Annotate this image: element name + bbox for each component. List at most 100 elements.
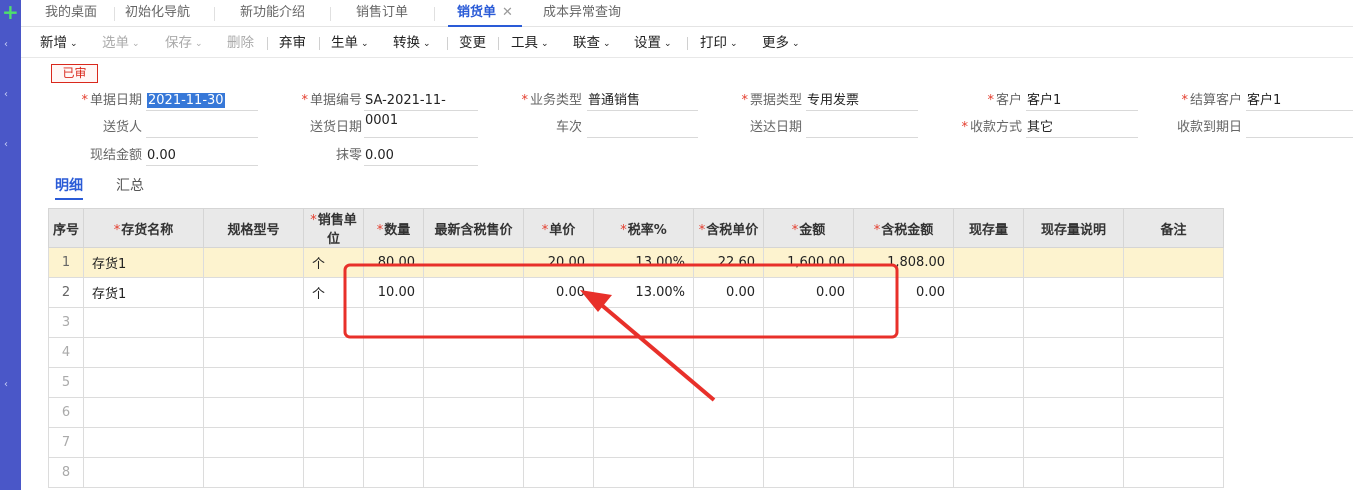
table-row-empty[interactable]: 4 [48, 337, 1224, 368]
col-header-qty[interactable]: *数量 [363, 208, 424, 248]
chevron-down-icon: ⌄ [792, 39, 800, 49]
delivery-person-field[interactable] [146, 118, 258, 138]
link-query-button[interactable]: 联查 ⌄ [573, 28, 611, 58]
cell-tax-rate[interactable]: 13.00% [593, 247, 694, 278]
cell-unit[interactable]: 个 [303, 247, 364, 278]
table-row[interactable]: 1 存货1 个 80.00 20.00 13.00% 22.60 1,600.0… [48, 247, 1224, 278]
cell-tax-price[interactable]: 0.00 [693, 277, 764, 308]
select-bill-button[interactable]: 选单 ⌄ [102, 28, 140, 58]
cell-unit[interactable]: 个 [303, 277, 364, 308]
toolbar-separator [498, 37, 499, 50]
col-header-latest-price[interactable]: 最新含税售价 [423, 208, 524, 248]
table-row-empty[interactable]: 3 [48, 307, 1224, 338]
col-header-unit[interactable]: *销售单位 [303, 208, 364, 248]
biz-type-select[interactable]: 普通销售 [587, 91, 698, 111]
vehicle-field[interactable] [587, 118, 698, 138]
chevron-down-icon: ⌄ [664, 39, 672, 49]
cell-qty[interactable]: 10.00 [363, 277, 424, 308]
toolbar-separator [687, 37, 688, 50]
table-row-empty[interactable]: 7 [48, 427, 1224, 458]
cell-tax-amount[interactable]: 1,808.00 [853, 247, 954, 278]
biz-type-label: * 业务类型 [521, 93, 582, 108]
more-button[interactable]: 更多 ⌄ [762, 28, 800, 58]
discount-field[interactable]: 0.00 [364, 146, 478, 166]
delete-button[interactable]: 删除 [227, 28, 254, 58]
cell-tax-price[interactable]: 22.60 [693, 247, 764, 278]
chevron-left-icon[interactable]: ‹ [4, 380, 8, 390]
cell-amount[interactable]: 1,600.00 [763, 247, 854, 278]
chevron-left-icon[interactable]: ‹ [4, 40, 8, 50]
col-header-stock[interactable]: 现存量 [953, 208, 1024, 248]
abandon-audit-button[interactable]: 弃审 [279, 28, 306, 58]
bill-no-label: * 单据编号 [301, 93, 362, 108]
print-button[interactable]: 打印 ⌄ [700, 28, 738, 58]
generate-bill-button[interactable]: 生单 ⌄ [331, 28, 369, 58]
cell-name[interactable]: 存货1 [83, 247, 204, 278]
chevron-left-icon[interactable]: ‹ [4, 140, 8, 150]
add-button[interactable]: 新增 ⌄ [40, 28, 78, 58]
close-icon[interactable]: ✕ [502, 5, 513, 20]
row-index: 3 [48, 307, 84, 338]
col-header-tax-amount[interactable]: *含税金额 [853, 208, 954, 248]
bill-date-field[interactable]: 2021-11-30 [146, 91, 258, 111]
tab-my-desktop[interactable]: 我的桌面 [45, 0, 97, 27]
tab-sales-delivery[interactable]: 销货单 ✕ [448, 0, 522, 27]
vehicle-label: 车次 [555, 120, 582, 135]
settings-button[interactable]: 设置 ⌄ [634, 28, 672, 58]
delivery-date-field[interactable] [364, 118, 478, 138]
table-row[interactable]: 2 存货1 个 10.00 0.00 13.00% 0.00 0.00 0.00 [48, 277, 1224, 308]
col-header-price[interactable]: *单价 [523, 208, 594, 248]
payment-method-select[interactable]: 其它 [1026, 118, 1138, 138]
tab-cost-anomaly[interactable]: 成本异常查询 [543, 0, 621, 27]
col-header-spec[interactable]: 规格型号 [203, 208, 304, 248]
tab-separator [330, 7, 331, 21]
toolbar-separator [319, 37, 320, 50]
table-row-empty[interactable]: 6 [48, 397, 1224, 428]
plus-icon[interactable]: + [2, 2, 19, 22]
settle-customer-field[interactable]: 客户1 [1246, 91, 1353, 111]
save-button[interactable]: 保存 ⌄ [165, 28, 203, 58]
col-header-tax-rate[interactable]: *税率% [593, 208, 694, 248]
cell-price[interactable]: 0.00 [523, 277, 594, 308]
table-row-empty[interactable]: 8 [48, 457, 1224, 488]
cell-spec[interactable] [203, 247, 304, 278]
col-header-remark[interactable]: 备注 [1123, 208, 1224, 248]
tab-separator [214, 7, 215, 21]
chevron-down-icon: ⌄ [730, 39, 738, 49]
tab-detail[interactable]: 明细 [55, 176, 83, 200]
bill-no-field[interactable]: SA-2021-11-0001 [364, 91, 478, 128]
cell-name[interactable]: 存货1 [83, 277, 204, 308]
invoice-type-select[interactable]: 专用发票 [806, 91, 918, 111]
tools-button[interactable]: 工具 ⌄ [511, 28, 549, 58]
cell-latest-price[interactable] [423, 247, 524, 278]
cell-spec[interactable] [203, 277, 304, 308]
cell-amount[interactable]: 0.00 [763, 277, 854, 308]
cell-latest-price[interactable] [423, 277, 524, 308]
tab-sales-order[interactable]: 销售订单 [356, 0, 408, 27]
chevron-left-icon[interactable]: ‹ [4, 90, 8, 100]
tab-summary[interactable]: 汇总 [116, 176, 144, 200]
col-header-tax-price[interactable]: *含税单价 [693, 208, 764, 248]
col-header-amount[interactable]: *金额 [763, 208, 854, 248]
toolbar: 新增 ⌄ 选单 ⌄ 保存 ⌄ 删除 弃审 生单 ⌄ 转换 ⌄ 变更 工具 ⌄ 联查 ⌄ 设置 ⌄… [21, 28, 1353, 58]
arrival-date-field[interactable] [806, 118, 918, 138]
chevron-down-icon: ⌄ [70, 39, 78, 49]
cell-remark[interactable] [1123, 247, 1224, 278]
customer-field[interactable]: 客户1 [1026, 91, 1138, 111]
tab-init-guide[interactable]: 初始化导航 [125, 0, 190, 27]
col-header-stock-note[interactable]: 现存量说明 [1023, 208, 1124, 248]
chevron-down-icon: ⌄ [132, 39, 140, 49]
change-button[interactable]: 变更 [459, 28, 486, 58]
delivery-date-label: 送货日期 [309, 120, 362, 135]
col-header-name[interactable]: *存货名称 [83, 208, 204, 248]
cell-qty[interactable]: 80.00 [363, 247, 424, 278]
tab-new-features[interactable]: 新功能介绍 [240, 0, 305, 27]
convert-button[interactable]: 转换 ⌄ [393, 28, 431, 58]
cell-tax-rate[interactable]: 13.00% [593, 277, 694, 308]
payment-due-field[interactable] [1246, 118, 1353, 138]
cell-price[interactable]: 20.00 [523, 247, 594, 278]
cash-amount-field[interactable]: 0.00 [146, 146, 258, 166]
table-row-empty[interactable]: 5 [48, 367, 1224, 398]
cell-tax-amount[interactable]: 0.00 [853, 277, 954, 308]
cell-remark[interactable] [1123, 277, 1224, 308]
